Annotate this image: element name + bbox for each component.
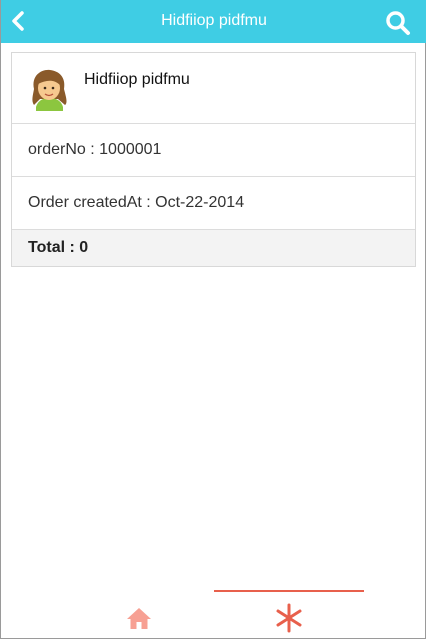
nav-home-button[interactable] [121, 600, 157, 636]
order-number-row: orderNo : 1000001 [12, 124, 415, 177]
order-number: orderNo : 1000001 [28, 141, 162, 158]
girl-avatar-icon [32, 69, 67, 111]
order-created-row: Order createdAt : Oct-22-2014 [12, 177, 415, 230]
top-bar: Hidfiiop pidfmu [1, 0, 426, 43]
page-title: Hidfiiop pidfmu [161, 12, 267, 29]
user-row: Hidfiiop pidfmu [12, 53, 415, 124]
order-created-at: Order createdAt : Oct-22-2014 [28, 194, 245, 211]
app-frame: Hidfiiop pidfmu Hidfiiop pidfmu orderNo … [0, 0, 426, 639]
search-icon [386, 11, 410, 35]
home-icon [127, 608, 151, 629]
asterisk-icon [276, 603, 302, 633]
bottom-nav [1, 590, 426, 640]
chevron-left-icon [12, 11, 24, 31]
user-name: Hidfiiop pidfmu [84, 71, 190, 88]
active-tab-indicator [214, 590, 364, 592]
order-card: Hidfiiop pidfmu orderNo : 1000001 Order … [11, 52, 416, 267]
search-button[interactable] [383, 8, 413, 38]
back-button[interactable] [5, 6, 31, 36]
order-total: Total : 0 [28, 239, 89, 256]
order-total-row: Total : 0 [12, 230, 415, 266]
nav-asterisk-button[interactable] [269, 598, 309, 638]
